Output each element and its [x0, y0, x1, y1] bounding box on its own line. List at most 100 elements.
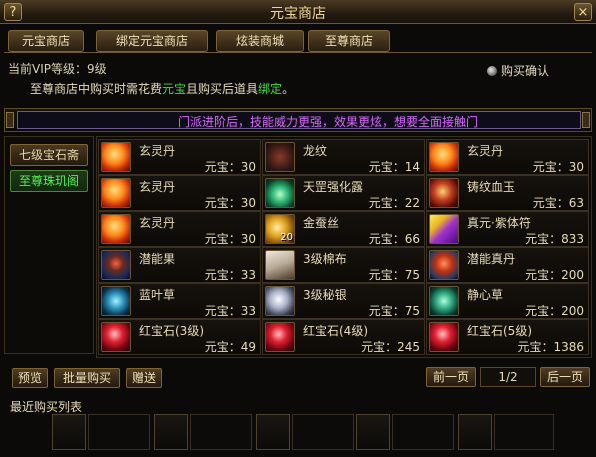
item-cell[interactable]: 红宝石(3级) 元宝：49 [98, 319, 261, 355]
recent-slot[interactable] [356, 414, 390, 450]
orange-orb-icon[interactable] [101, 214, 131, 244]
item-name: 玄灵丹 [139, 144, 176, 158]
item-cell[interactable]: 潜能果 元宝：33 [98, 247, 261, 283]
item-cell[interactable]: 静心草元宝：200 [426, 283, 589, 319]
item-cell[interactable]: 3级秘银元宝：75 [262, 283, 425, 319]
purchase-confirm-radio[interactable] [487, 66, 497, 76]
gold-silk-icon[interactable]: 20 [265, 214, 295, 244]
cotton-cloth-icon[interactable] [265, 250, 295, 280]
window-title: 元宝商店 [270, 6, 326, 22]
item-cell[interactable]: 潜能真丹 元宝：200 [426, 247, 589, 283]
recent-slot[interactable] [52, 414, 86, 450]
item-name: 金蚕丝 [303, 216, 340, 230]
item-name: 红宝石(3级) [139, 324, 204, 338]
recent-slot-name [88, 414, 150, 450]
item-price: 元宝：30 [532, 160, 584, 174]
close-button[interactable]: × [574, 3, 592, 21]
item-price: 元宝：245 [361, 340, 420, 354]
purple-talisman-icon[interactable] [429, 214, 459, 244]
item-name: 玄灵丹 [139, 180, 176, 194]
tab-yuanbao-shop[interactable]: 元宝商店 [8, 30, 84, 52]
item-cell[interactable]: 红宝石(5级) 元宝：1386 [426, 319, 589, 355]
item-name: 3级秘银 [303, 288, 347, 302]
item-cell[interactable]: 玄灵丹 元宝：30 [426, 139, 589, 175]
true-pill-icon[interactable] [429, 250, 459, 280]
shop-notice: 至尊商店中购买时需花费元宝且购买后道具绑定。 [30, 80, 294, 97]
tab-supreme-shop[interactable]: 至尊商店 [308, 30, 390, 52]
item-name: 铸纹血玉 [467, 180, 516, 194]
ruby-icon[interactable] [429, 322, 459, 352]
item-price: 元宝：33 [204, 304, 256, 318]
item-cell[interactable]: 铸纹血玉元宝：63 [426, 175, 589, 211]
notice-suffix: 。 [282, 82, 295, 96]
item-price: 元宝：30 [204, 232, 256, 246]
item-cell[interactable]: 3级棉布 元宝：75 [262, 247, 425, 283]
item-price: 元宝：22 [368, 196, 420, 210]
help-button[interactable]: ? [4, 3, 22, 21]
item-name: 潜能真丹 [467, 252, 516, 266]
gift-button[interactable]: 赠送 [126, 368, 162, 388]
orange-orb-icon[interactable] [101, 178, 131, 208]
next-page-button[interactable]: 后一页 [540, 367, 590, 387]
item-price: 元宝：63 [532, 196, 584, 210]
prev-page-button[interactable]: 前一页 [426, 367, 476, 387]
announcement-frame: 门派进阶后，技能威力更强，效果更炫，想要全面接触门 [17, 111, 581, 129]
recent-slot-name [494, 414, 554, 450]
item-price: 元宝：200 [525, 268, 584, 282]
recent-slot[interactable] [154, 414, 188, 450]
bulk-buy-button[interactable]: 批量购买 [54, 368, 120, 388]
item-price: 元宝：200 [525, 304, 584, 318]
dragon-pattern-icon[interactable] [265, 142, 295, 172]
blue-leaf-herb-icon[interactable] [101, 286, 131, 316]
recent-slot[interactable] [256, 414, 290, 450]
item-name: 静心草 [467, 288, 504, 302]
item-stack-count: 20 [280, 232, 293, 243]
mithril-icon[interactable] [265, 286, 295, 316]
potential-fruit-icon[interactable] [101, 250, 131, 280]
item-cell[interactable]: 天罡强化露 元宝：22 [262, 175, 425, 211]
recent-slot-name [292, 414, 354, 450]
item-price: 元宝：30 [204, 160, 256, 174]
item-name: 蓝叶草 [139, 288, 176, 302]
category-level7-gems[interactable]: 七级宝石斋 [10, 144, 88, 166]
item-cell[interactable]: 玄灵丹元宝：30 [98, 139, 261, 175]
recent-slot-name [190, 414, 252, 450]
preview-button[interactable]: 预览 [12, 368, 48, 388]
orange-orb-icon[interactable] [101, 142, 131, 172]
scroll-ornament-right-icon [582, 112, 590, 128]
tab-divider [4, 52, 592, 53]
tab-fashion-mall[interactable]: 炫装商城 [216, 30, 304, 52]
page-indicator: 1/2 [480, 367, 536, 387]
ruby-icon[interactable] [101, 322, 131, 352]
item-price: 元宝：833 [525, 232, 584, 246]
recent-slot[interactable] [458, 414, 492, 450]
purchase-confirm-label[interactable]: 购买确认 [501, 62, 549, 79]
item-price: 元宝：66 [368, 232, 420, 246]
ruby-icon[interactable] [265, 322, 295, 352]
blood-jade-icon[interactable] [429, 178, 459, 208]
item-cell[interactable]: 蓝叶草元宝：33 [98, 283, 261, 319]
item-cell[interactable]: 龙纹元宝：14 [262, 139, 425, 175]
category-panel [4, 136, 94, 354]
item-cell[interactable]: 玄灵丹 元宝：30 [98, 211, 261, 247]
item-price: 元宝：49 [204, 340, 256, 354]
item-name: 龙纹 [303, 144, 328, 158]
item-price: 元宝：14 [368, 160, 420, 174]
announcement-bar: 门派进阶后，技能威力更强，效果更炫，想要全面接触门 [4, 108, 592, 132]
orange-orb-icon[interactable] [429, 142, 459, 172]
potion-bottle-icon[interactable] [265, 178, 295, 208]
item-cell[interactable]: 红宝石(4级) 元宝：245 [262, 319, 425, 355]
scroll-ornament-left-icon [6, 112, 14, 128]
notice-bind: 绑定 [258, 82, 283, 96]
item-price: 元宝：75 [368, 304, 420, 318]
item-name: 红宝石(4级) [303, 324, 368, 338]
item-cell[interactable]: 真元·紫体符 元宝：833 [426, 211, 589, 247]
item-cell[interactable]: 玄灵丹元宝：30 [98, 175, 261, 211]
announcement-text: 门派进阶后，技能威力更强，效果更炫，想要全面接触门 [178, 115, 479, 129]
item-price: 元宝：30 [204, 196, 256, 210]
calm-herb-icon[interactable] [429, 286, 459, 316]
recent-purchases-title: 最近购买列表 [10, 400, 83, 414]
category-supreme-treasures[interactable]: 至尊珠玑阁 [10, 170, 88, 192]
tab-bound-yuanbao-shop[interactable]: 绑定元宝商店 [96, 30, 208, 52]
item-cell[interactable]: 20 金蚕丝元宝：66 [262, 211, 425, 247]
